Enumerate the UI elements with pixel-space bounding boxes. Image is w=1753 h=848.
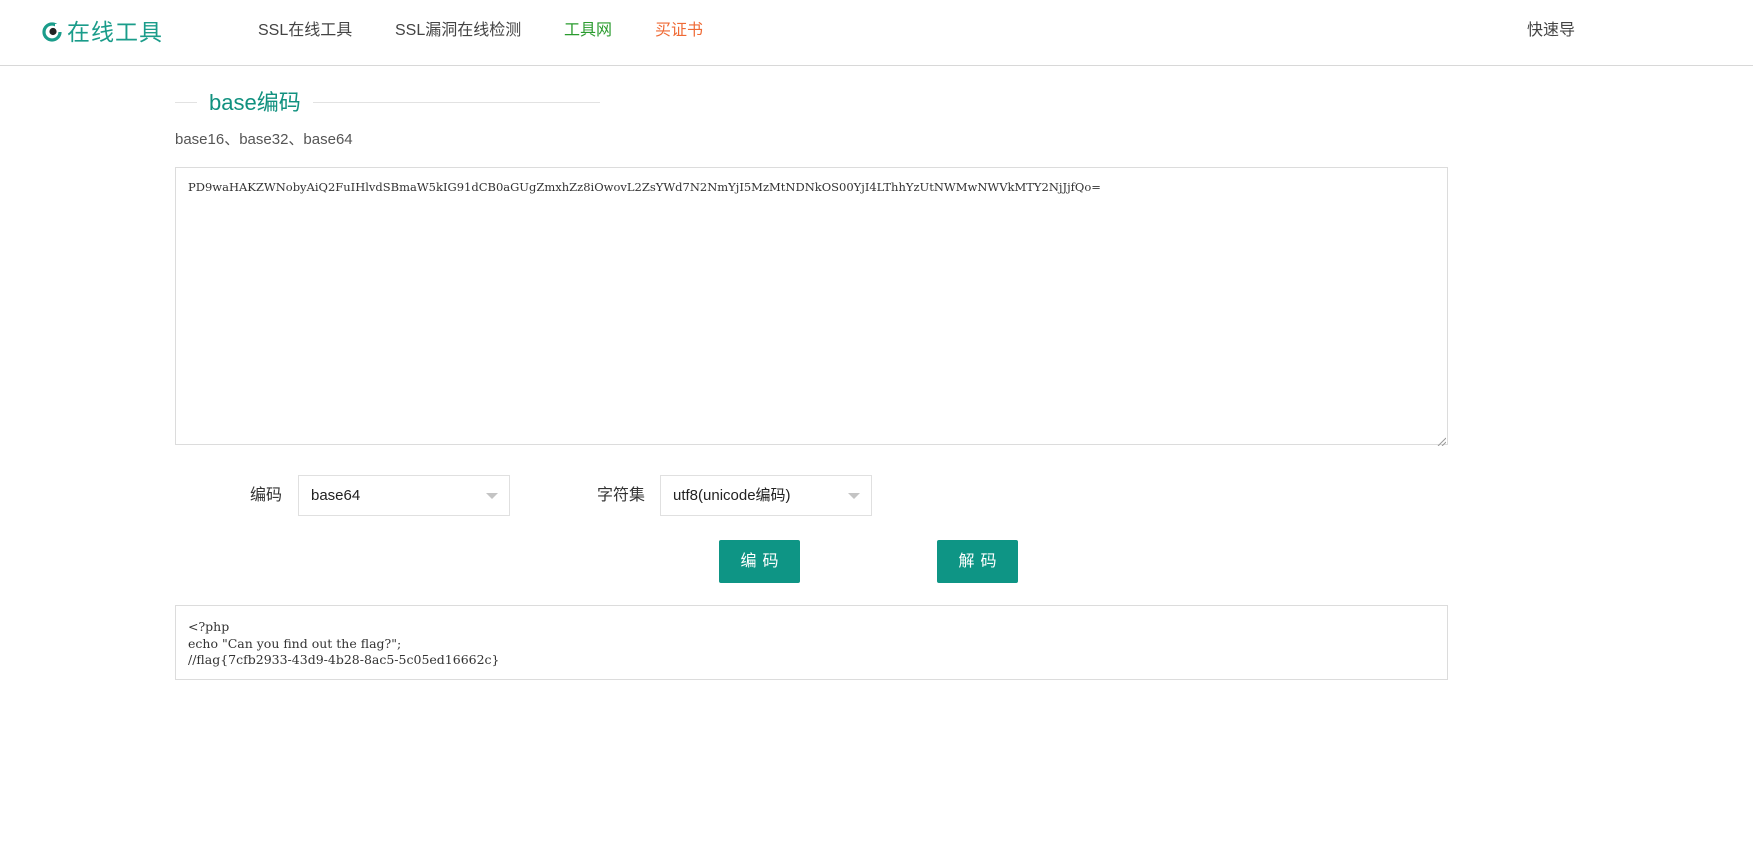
title-divider-left	[175, 102, 197, 103]
chevron-down-icon	[848, 493, 860, 499]
nav-tools-site[interactable]: 工具网	[564, 20, 612, 42]
resize-grip-icon[interactable]	[1437, 433, 1447, 447]
encoding-label: 编码	[250, 487, 283, 504]
nav-buy-certificate[interactable]: 买证书	[655, 20, 703, 42]
decode-button[interactable]: 解码	[937, 540, 1018, 583]
result-output[interactable]: <?php echo "Can you find out the flag?"; /…	[175, 605, 1448, 680]
charset-select[interactable]: utf8(unicode编码)	[660, 475, 872, 516]
logo-text: 在线工具	[67, 19, 163, 45]
charset-label: 字符集	[597, 487, 646, 504]
source-text-input[interactable]: PD9waHAKZWNobyAiQ2FuIHlvdSBmaW5kIG91dCB0…	[175, 167, 1448, 445]
section-header: base编码	[175, 88, 600, 118]
output-line: //flag{7cfb2933-43d9-4b28-8ac5-5c05ed166…	[188, 652, 500, 667]
nav-ssl-tools[interactable]: SSL在线工具	[258, 20, 352, 42]
output-line: echo "Can you find out the flag?";	[188, 635, 402, 651]
output-line: <?php	[188, 619, 230, 634]
encoding-select-value: base64	[311, 487, 361, 504]
top-navigation-bar: 在线工具 SSL在线工具 SSL漏洞在线检测 工具网 买证书 快速导	[0, 0, 1753, 66]
chevron-down-icon	[486, 493, 498, 499]
encoding-select[interactable]: base64	[298, 475, 510, 516]
page-subtitle: base16、base32、base64	[175, 131, 353, 148]
logo-icon	[42, 22, 62, 42]
nav-quick-navigation[interactable]: 快速导	[1527, 20, 1575, 42]
charset-select-value: utf8(unicode编码)	[673, 487, 791, 504]
page-title: base编码	[209, 90, 301, 115]
site-logo[interactable]: 在线工具	[42, 18, 163, 46]
nav-ssl-vuln-check[interactable]: SSL漏洞在线检测	[395, 20, 521, 42]
title-divider-right	[313, 102, 600, 103]
encode-button[interactable]: 编码	[719, 540, 800, 583]
